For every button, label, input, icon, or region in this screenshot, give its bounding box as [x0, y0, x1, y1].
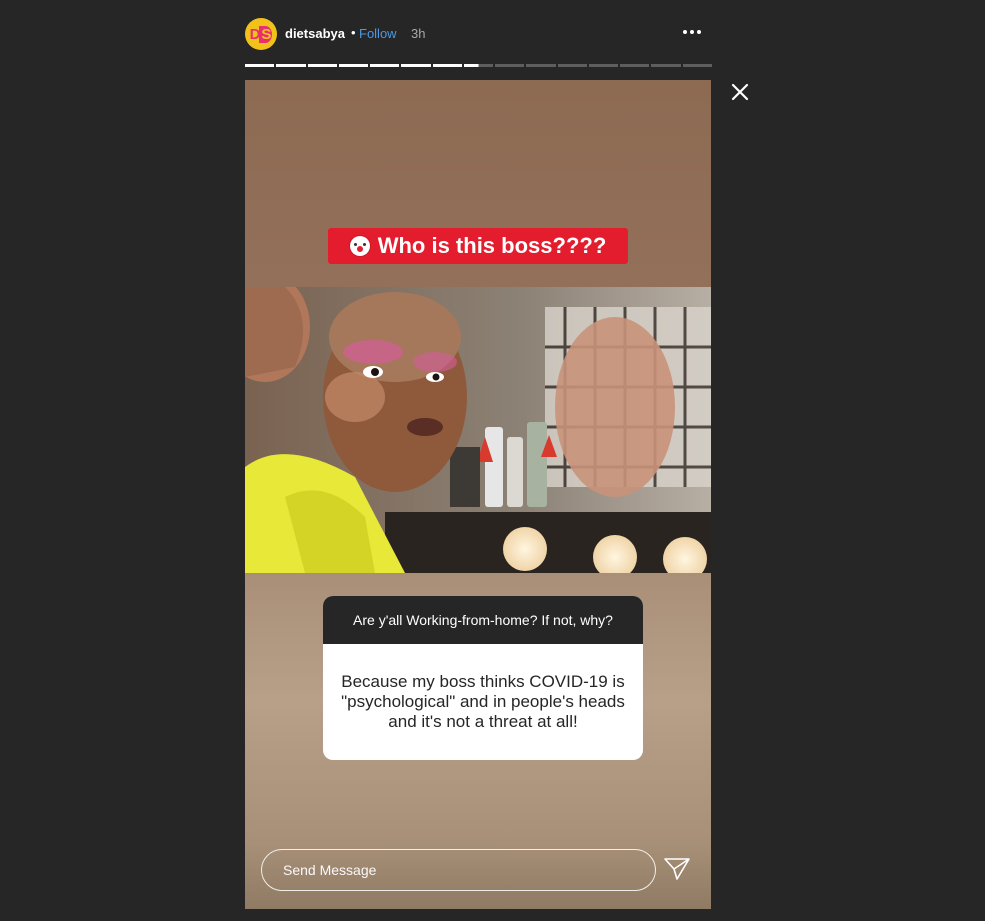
more-dot-icon: [683, 30, 687, 34]
paper-plane-icon[interactable]: [663, 857, 691, 881]
post-time: 3h: [411, 26, 426, 41]
progress-segment: [307, 64, 337, 67]
progress-segment: [651, 64, 681, 67]
story-photo: [245, 287, 711, 573]
progress-segment: [432, 64, 462, 67]
follow-button[interactable]: Follow: [359, 26, 397, 41]
progress-segment: [463, 64, 494, 67]
progress-segment: [245, 64, 275, 67]
avatar[interactable]: DS: [245, 18, 277, 50]
story-frame[interactable]: Who is this boss???? Are y'all Working-f…: [245, 80, 711, 909]
progress-segment: [526, 64, 556, 67]
answer-text: Because my boss thinks COVID-19 is "psyc…: [341, 672, 625, 731]
title-sticker-text: Who is this boss????: [377, 233, 607, 258]
question-answer-card: Are y'all Working-from-home? If not, why…: [323, 596, 643, 760]
progress-segment: [588, 64, 619, 67]
progress-segment: [338, 64, 369, 67]
progress-segment: [495, 64, 525, 67]
more-options-button[interactable]: [681, 24, 703, 40]
progress-segment: [557, 64, 587, 67]
progress-segment: [682, 64, 712, 67]
question-text: Are y'all Working-from-home? If not, why…: [323, 596, 643, 644]
progress-segment: [276, 64, 306, 67]
more-dot-icon: [697, 30, 701, 34]
avatar-letter-s: S: [259, 25, 273, 43]
close-icon[interactable]: [728, 80, 752, 104]
send-message-input[interactable]: [261, 849, 656, 891]
title-sticker: Who is this boss????: [328, 228, 628, 264]
progress-segment: [401, 64, 431, 67]
clown-emoji-icon: [349, 236, 370, 256]
progress-segment: [370, 64, 400, 67]
story-progress-bar: [245, 64, 712, 67]
story-header: DS dietsabya • Follow 3h: [245, 18, 711, 50]
more-dot-icon: [690, 30, 694, 34]
avatar-letter-d: D: [249, 25, 261, 43]
progress-segment: [620, 64, 650, 67]
separator-dot: •: [351, 25, 356, 40]
username[interactable]: dietsabya: [285, 26, 345, 41]
